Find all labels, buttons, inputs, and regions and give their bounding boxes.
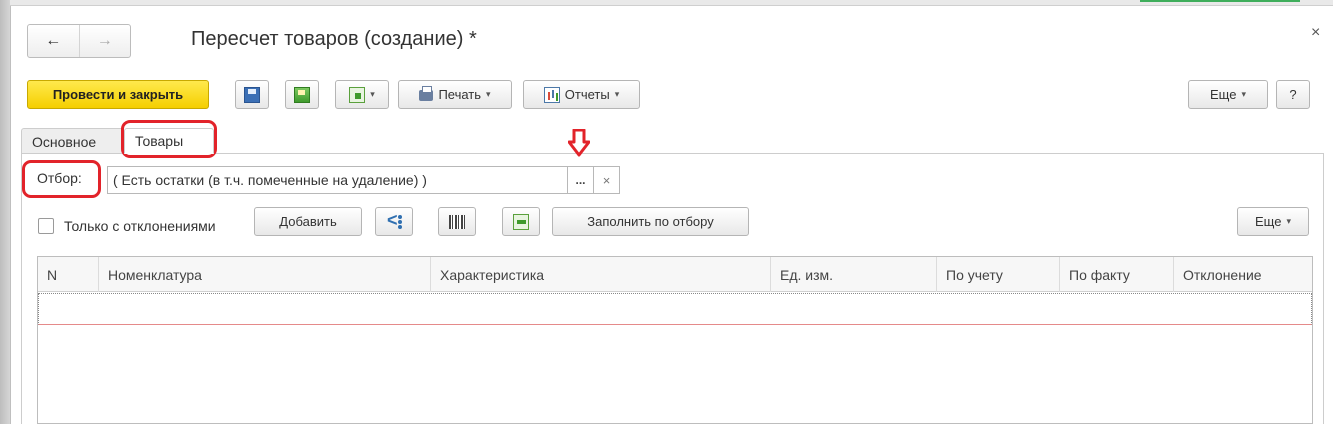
only-deviations-checkbox[interactable] [38,218,54,234]
create-based-on-icon [349,86,366,103]
post-button[interactable] [285,80,319,109]
document-form-window: ← → Пересчет товаров (создание) * × Пров… [10,6,1333,424]
chevron-down-icon: ▾ [1241,89,1246,99]
window-left-shadow [0,0,10,424]
post-and-close-button[interactable]: Провести и закрыть [27,80,209,109]
column-header-deviation[interactable]: Отклонение [1174,257,1312,292]
column-header-actual[interactable]: По факту [1060,257,1174,292]
column-header-unit[interactable]: Ед. изм. [771,257,937,292]
print-button[interactable]: Печать ▾ [398,80,512,109]
post-document-icon [294,86,310,103]
only-deviations-label[interactable]: Только с отклонениями [64,218,216,234]
navigation-buttons: ← → [27,24,131,58]
close-button[interactable]: × [1311,24,1320,42]
chevron-down-icon: ▾ [1286,216,1291,226]
goods-table[interactable]: N Номенклатура Характеристика Ед. изм. П… [37,256,1313,424]
more-actions-button[interactable]: Еще ▾ [1188,80,1268,109]
column-header-number[interactable]: N [38,257,99,292]
tab-goods[interactable]: Товары [124,128,214,154]
print-button-label: Печать [438,87,482,102]
column-header-accounted[interactable]: По учету [937,257,1060,292]
add-row-button[interactable]: Добавить [254,207,362,236]
help-button[interactable]: ? [1276,80,1310,109]
annotation-arrow-icon [568,129,590,157]
fill-table-icon [513,213,529,230]
more-actions-label: Еще [1210,87,1237,102]
active-tab-accent [1140,0,1300,5]
items-more-button[interactable]: Еще ▾ [1237,207,1309,236]
barcode-button[interactable] [438,207,476,236]
goods-table-header: N Номенклатура Характеристика Ед. изм. П… [38,257,1312,292]
column-header-item[interactable]: Номенклатура [99,257,431,292]
fill-by-filter-button[interactable]: Заполнить по отбору [552,207,749,236]
chevron-down-icon: ▾ [486,89,491,99]
fill-button[interactable] [502,207,540,236]
printer-icon [419,86,434,101]
filter-select-button[interactable]: ... [568,166,594,194]
forward-button[interactable]: → [80,25,131,57]
tab-main[interactable]: Основное [21,128,124,154]
back-button[interactable]: ← [28,25,80,57]
filter-value-field[interactable]: ( Есть остатки (в т.ч. помеченные на уда… [107,166,568,194]
create-based-on-button[interactable]: ▾ [335,80,389,109]
barcode-icon [449,214,465,229]
report-chart-icon [543,86,560,103]
save-icon [244,86,260,103]
structure-button[interactable] [375,207,413,236]
items-more-label: Еще [1255,214,1282,229]
window-title: Пересчет товаров (создание) * [191,28,477,50]
reports-button[interactable]: Отчеты ▾ [523,80,640,109]
filter-label: Отбор: [37,170,82,186]
column-header-characteristic[interactable]: Характеристика [431,257,771,292]
table-row-empty-selected[interactable] [38,293,1312,325]
chevron-down-icon: ▾ [614,89,620,99]
structure-icon [386,210,402,231]
chevron-down-icon: ▾ [370,89,375,99]
reports-button-label: Отчеты [564,87,610,102]
save-button[interactable] [235,80,269,109]
filter-clear-button[interactable]: × [594,166,620,194]
